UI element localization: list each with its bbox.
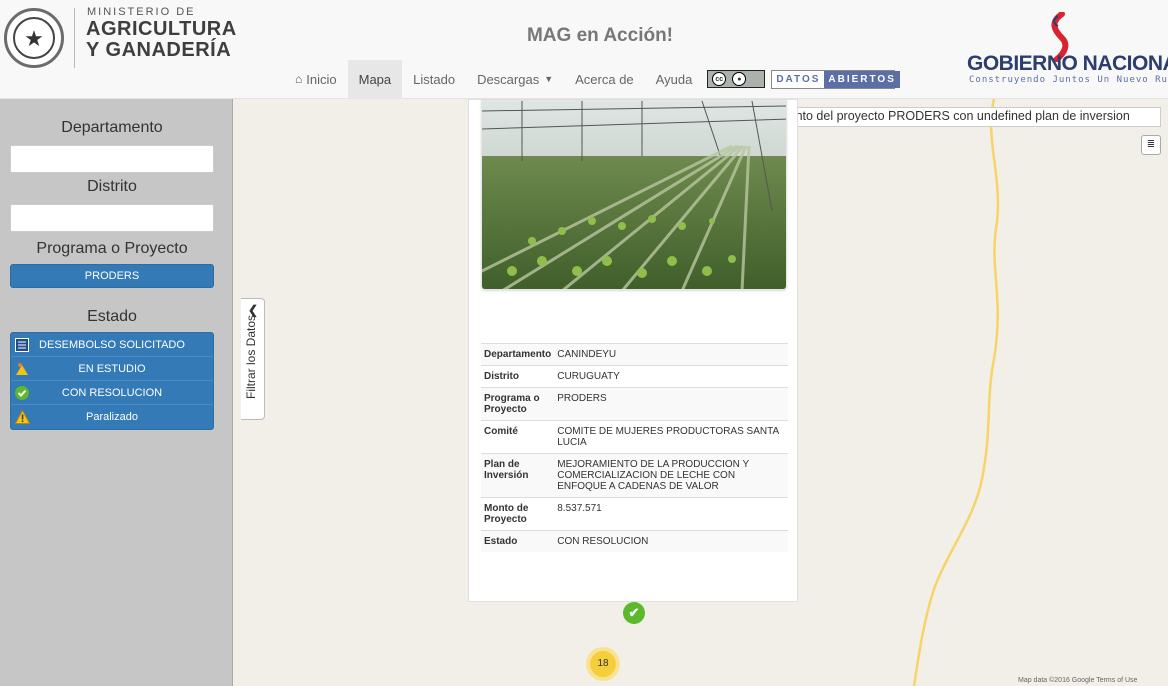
estado-en-estudio-label: EN ESTUDIO: [78, 362, 146, 375]
info-row-monto: Monto de Proyecto 8.537.571: [481, 497, 788, 531]
info-row-comite: Comité COMITE DE MUJERES PRODUCTORAS SAN…: [481, 420, 788, 454]
estado-con-resolucion[interactable]: CON RESOLUCION: [11, 381, 213, 405]
info-value: CON RESOLUCION: [554, 530, 788, 552]
header-bar: ★ MINISTERIO DE AGRICULTURA Y GANADERÍA …: [0, 0, 1168, 99]
info-key: Monto de Proyecto: [481, 497, 555, 531]
distrito-label: Distrito: [87, 178, 137, 195]
filter-toggle-tab[interactable]: ❮ Filtrar los Datos: [241, 298, 265, 420]
project-info-table: Departamento CANINDEYU Distrito CURUGUAT…: [481, 343, 788, 552]
programa-label: Programa o Proyecto: [36, 240, 188, 257]
cc-icon: cc: [712, 72, 727, 86]
info-key: Programa o Proyecto: [481, 387, 555, 421]
map-marker-check-icon[interactable]: ✔: [623, 602, 645, 624]
filter-tab-label: Filtrar los Datos: [244, 314, 258, 399]
nav-ayuda[interactable]: Ayuda: [645, 60, 704, 98]
info-key: Departamento: [481, 343, 555, 366]
estado-paralizado-label: Paralizado: [86, 411, 138, 423]
greenhouse-photo: [481, 100, 787, 290]
info-key: Distrito: [481, 365, 555, 388]
programa-proders-button[interactable]: PRODERS: [10, 264, 214, 288]
nav-inicio[interactable]: ⌂ Inicio: [284, 60, 348, 98]
nav-listado-label: Listado: [413, 71, 456, 87]
info-value: CANINDEYU: [554, 343, 788, 366]
info-value: 8.537.571: [554, 497, 788, 531]
caret-down-icon: ▼: [544, 74, 554, 84]
logo-divider: [74, 8, 75, 68]
info-row-plan-inversion: Plan de Inversión MEJORAMIENTO DE LA PRO…: [481, 453, 788, 498]
estado-desembolso-label: DESEMBOLSO SOLICITADO: [39, 338, 185, 351]
list-icon: [14, 337, 30, 353]
nav-inicio-label: Inicio: [306, 71, 337, 87]
info-row-programa: Programa o Proyecto PRODERS: [481, 387, 788, 421]
cc-by-icon: ●: [732, 72, 747, 86]
nav-listado[interactable]: Listado: [402, 60, 466, 98]
nav-descargas[interactable]: Descargas ▼: [466, 60, 564, 98]
map-cluster-marker[interactable]: 18: [586, 647, 620, 681]
gobierno-slogan: Construyendo Juntos Un Nuevo Rumbo: [969, 75, 1168, 85]
estado-con-resolucion-label: CON RESOLUCION: [61, 386, 163, 399]
info-key: Comité: [481, 420, 555, 454]
nav-mapa-label: Mapa: [358, 71, 392, 87]
estado-en-estudio[interactable]: EN ESTUDIO: [11, 357, 213, 381]
datos-abiertos-badge[interactable]: DATOS ABIERTOS: [771, 69, 900, 89]
datos-label: DATOS: [772, 70, 825, 88]
gobierno-nacional-label: GOBIERNO NACIONAL: [967, 52, 1168, 75]
seal-inner-ring: ★: [13, 17, 55, 59]
warning-icon: [14, 409, 30, 425]
project-info-panel: Departamento CANINDEYU Distrito CURUGUAT…: [468, 99, 798, 602]
info-row-distrito: Distrito CURUGUATY: [481, 365, 788, 388]
abiertos-label: ABIERTOS: [824, 70, 900, 88]
paraguay-seal-logo: ★: [4, 8, 64, 68]
estado-paralizado[interactable]: Paralizado: [11, 405, 213, 429]
info-value: CURUGUATY: [554, 365, 788, 388]
departamento-label: Departamento: [61, 119, 163, 136]
ministry-label-line1: AGRICULTURA: [86, 18, 237, 40]
estado-list: DESEMBOLSO SOLICITADO EN ESTUDIO CON RES…: [10, 332, 214, 430]
star-icon: ★: [24, 26, 44, 51]
ministry-label-top: MINISTERIO DE: [87, 6, 196, 18]
estado-label: Estado: [87, 308, 137, 325]
layers-icon[interactable]: ≣: [1141, 135, 1161, 155]
home-icon: ⌂: [295, 72, 303, 86]
creative-commons-badge[interactable]: cc ●: [707, 70, 766, 88]
info-key: Estado: [481, 530, 555, 552]
filter-sidebar: Departamento Distrito Programa o Proyect…: [0, 99, 233, 686]
info-value: COMITE DE MUJERES PRODUCTORAS SANTA LUCI…: [554, 420, 788, 454]
info-value: PRODERS: [554, 387, 788, 421]
distrito-input[interactable]: [10, 204, 214, 232]
greenhouse-image: [482, 101, 786, 289]
check-icon: [14, 385, 30, 401]
nav-descargas-label: Descargas: [477, 71, 540, 87]
info-row-estado: Estado CON RESOLUCION: [481, 530, 788, 552]
info-value: MEJORAMIENTO DE LA PRODUCCION Y COMERCIA…: [554, 453, 788, 498]
departamento-input[interactable]: [10, 145, 214, 173]
estado-desembolso-solicitado[interactable]: DESEMBOLSO SOLICITADO: [11, 333, 213, 357]
info-row-departamento: Departamento CANINDEYU: [481, 343, 788, 366]
nav-acerca[interactable]: Acerca de: [564, 60, 645, 98]
nav-acerca-label: Acerca de: [575, 71, 634, 87]
nav-mapa[interactable]: Mapa: [347, 60, 403, 98]
map-attribution[interactable]: Map data ©2016 Google Terms of Use: [1018, 677, 1137, 684]
main-nav: ⌂ Inicio Mapa Listado Descargas ▼ Acerca…: [284, 60, 900, 98]
ministry-label-line2: Y GANADERÍA: [86, 39, 232, 61]
study-icon: [14, 361, 30, 377]
cluster-count: 18: [590, 651, 616, 677]
info-key: Plan de Inversión: [481, 453, 555, 498]
nav-ayuda-label: Ayuda: [655, 71, 693, 87]
app-title: MAG en Acción!: [526, 25, 674, 46]
